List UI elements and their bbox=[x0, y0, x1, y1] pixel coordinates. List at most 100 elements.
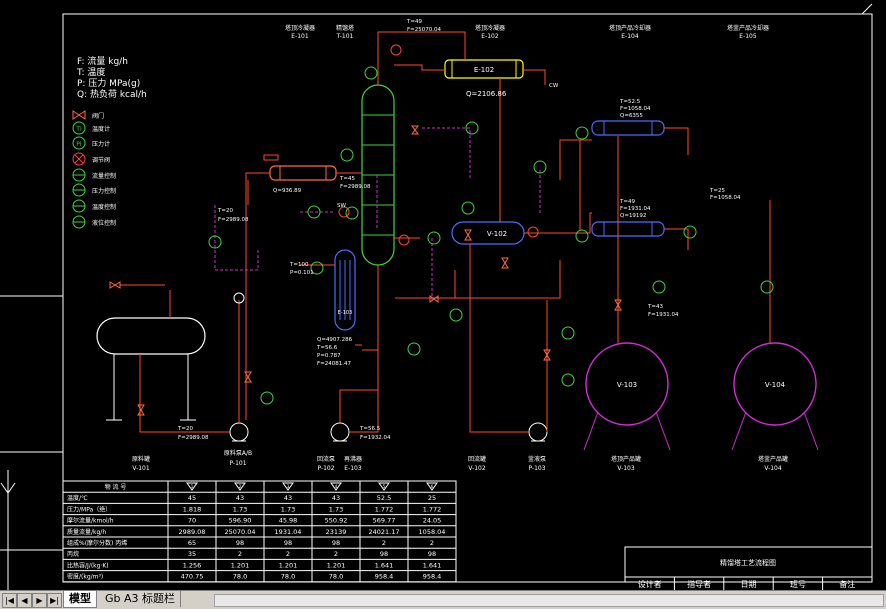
title-block-col: 设计者 bbox=[638, 579, 662, 589]
equipment-tag: E-102 bbox=[474, 66, 494, 74]
annot-text: T=45 bbox=[339, 176, 355, 182]
table-cell: 1.641 bbox=[423, 561, 442, 569]
level-controller-icon bbox=[72, 215, 86, 229]
table-cell: 1.73 bbox=[233, 505, 247, 513]
bottom-label-tag: E-103 bbox=[344, 465, 362, 472]
bottom-label-tag: V-101 bbox=[132, 465, 150, 472]
reboiler-e103[interactable]: E-103 bbox=[334, 249, 356, 331]
annot-text: T=43 bbox=[647, 304, 663, 310]
pressure-controller-icon bbox=[72, 183, 86, 197]
feed-preheater-e101[interactable] bbox=[263, 154, 337, 181]
tab-model[interactable]: 模型 bbox=[63, 591, 97, 608]
horizontal-scrollbar[interactable] bbox=[214, 594, 884, 607]
valves[interactable] bbox=[109, 125, 622, 416]
cooler-e104[interactable] bbox=[591, 120, 665, 136]
product-tank-v104[interactable]: V-104 bbox=[731, 342, 819, 451]
legend-temp: T: 温度 bbox=[76, 66, 105, 78]
pump-p103[interactable] bbox=[528, 422, 548, 442]
table-cell: 70 bbox=[188, 517, 196, 525]
table-cell: 1.256 bbox=[183, 561, 202, 569]
prev-tab-button[interactable]: ◀ bbox=[17, 593, 32, 608]
table-row-label: 质量流量/kg/h bbox=[67, 528, 106, 536]
pid-drawing-canvas[interactable]: F: 流量 kg/h T: 温度 P: 压力 MPa(g) Q: 热负荷 kca… bbox=[0, 0, 886, 590]
table-cell: 24021.17 bbox=[368, 528, 399, 536]
top-label-name: 塔顶冷凝器 bbox=[475, 24, 505, 32]
pump-p102[interactable] bbox=[330, 422, 350, 442]
pump-p101[interactable] bbox=[229, 422, 249, 442]
annot-text: F=2989.08 bbox=[218, 217, 249, 223]
table-cell: 25 bbox=[428, 494, 436, 502]
table-cell: 2 bbox=[238, 550, 242, 558]
title-block-col: 日期 bbox=[741, 580, 757, 589]
table-cell: 43 bbox=[284, 494, 292, 502]
first-tab-button[interactable]: |◀ bbox=[2, 593, 17, 608]
stream-id: 2 bbox=[239, 484, 242, 489]
process-lines bbox=[120, 31, 771, 433]
product-tank-v103[interactable]: V-103 bbox=[583, 342, 671, 451]
table-cell: 35 bbox=[188, 550, 196, 558]
table-row-label: 丙烷 bbox=[67, 550, 79, 558]
annot-text: P=0.787 bbox=[317, 353, 341, 359]
table-cell: 470.75 bbox=[181, 573, 204, 581]
equipment-tag: V-104 bbox=[765, 381, 786, 389]
legend-label: 温度控制 bbox=[92, 203, 116, 211]
cooler-e105[interactable] bbox=[591, 221, 665, 237]
table-cell: 65 bbox=[188, 539, 196, 547]
layout-tab-bar: |◀ ◀ ▶ ▶| 模型 Gb A3 标题栏 bbox=[0, 590, 886, 609]
svg-text:PI: PI bbox=[76, 141, 82, 148]
legend-label: 流量控制 bbox=[92, 172, 116, 180]
table-cell: 1.73 bbox=[281, 505, 295, 513]
condenser-e102[interactable]: E-102 bbox=[444, 59, 524, 79]
table-cell: 98 bbox=[332, 539, 340, 547]
table-cell: 98 bbox=[284, 539, 292, 547]
bottom-label-tag: P-103 bbox=[528, 465, 545, 472]
top-label-tag: T-101 bbox=[336, 33, 354, 40]
equipment-tag: V-103 bbox=[617, 381, 637, 389]
legend-flow: F: 流量 kg/h bbox=[77, 55, 128, 67]
annot-text: F=25070.04 bbox=[407, 27, 442, 33]
stream-table: 物 流 号 1 2 3 4 5 6温度/℃ 45 43 43 43 52.5 25压力/MPa（绝） 1.… bbox=[62, 480, 457, 583]
table-row-label: 温度/℃ bbox=[67, 494, 88, 502]
table-cell: 1.201 bbox=[327, 561, 346, 569]
annot-text: T=52.5 bbox=[619, 99, 641, 105]
legend-label: 压力控制 bbox=[92, 187, 116, 195]
annot-text: T=25 bbox=[709, 188, 725, 194]
annot-text: F=24081.47 bbox=[317, 361, 352, 367]
annot-text: F=1058.04 bbox=[620, 106, 651, 112]
bottom-label-tag: P-102 bbox=[317, 465, 334, 472]
feed-tank-v101[interactable] bbox=[96, 317, 206, 421]
bottom-label-name: 原料罐 bbox=[132, 455, 150, 463]
stream-id: 1 bbox=[191, 484, 194, 489]
stream-annotations: T=49 F=25070.04 Q=2106.86 CW Q=936.89 T=… bbox=[177, 19, 741, 441]
table-cell: 25070.04 bbox=[224, 528, 255, 536]
last-tab-button[interactable]: ▶| bbox=[47, 593, 62, 608]
table-cell: 24.05 bbox=[423, 517, 442, 525]
distillation-column-t101[interactable] bbox=[361, 84, 395, 266]
table-row-label: 组成%(摩尔分数) 丙烯 bbox=[67, 539, 127, 547]
tab-layout[interactable]: Gb A3 标题栏 bbox=[100, 591, 182, 607]
table-cell: 45.98 bbox=[279, 517, 298, 525]
bottom-label-tag: P-101 bbox=[229, 460, 246, 467]
table-cell: 2 bbox=[430, 539, 434, 547]
top-label-tag: E-102 bbox=[481, 33, 499, 40]
bottom-label-tag: V-102 bbox=[468, 465, 486, 472]
bottom-label-name: 原料泵A/B bbox=[224, 449, 252, 457]
stream-id: 6 bbox=[431, 484, 434, 489]
table-row-label: 比热容/J/(kg·K) bbox=[67, 561, 109, 569]
top-label-tag: E-105 bbox=[739, 33, 757, 40]
bottom-label-name: 再沸器 bbox=[344, 455, 362, 463]
valve-icon bbox=[72, 110, 86, 120]
top-labels: 塔顶冷凝器 E-101 精馏塔 T-101 塔顶冷凝器 E-102 塔顶产品冷却… bbox=[285, 24, 769, 40]
bottom-label-tag: V-104 bbox=[764, 465, 782, 472]
table-cell: 98 bbox=[428, 550, 436, 558]
next-tab-button[interactable]: ▶ bbox=[32, 593, 47, 608]
reflux-drum-v102[interactable]: V-102 bbox=[451, 221, 525, 245]
annot-text: Q=2106.86 bbox=[466, 90, 507, 98]
table-cell: 1.772 bbox=[423, 505, 442, 513]
temperature-indicator-icon: TI bbox=[72, 121, 86, 135]
legend-heat: Q: 热负荷 kcal/h bbox=[77, 88, 147, 100]
annot-text: Q=19192 bbox=[620, 213, 646, 219]
title-block-col: 备注 bbox=[839, 579, 855, 589]
legend-label: 液位控制 bbox=[92, 219, 116, 227]
temperature-controller-icon bbox=[72, 199, 86, 213]
